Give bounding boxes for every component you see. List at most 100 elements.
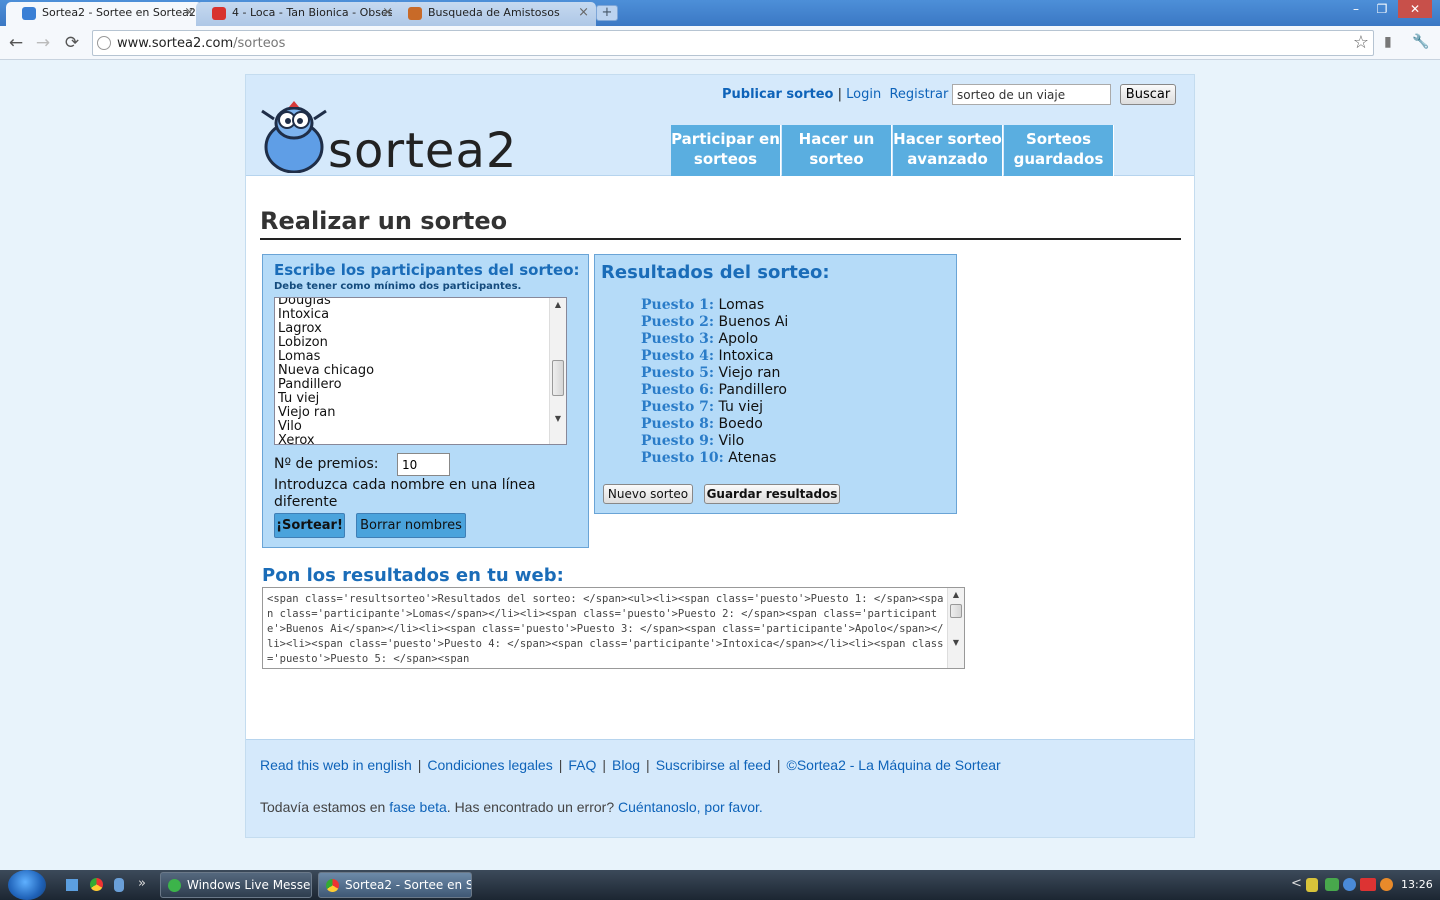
footer-separator: |: [558, 757, 563, 773]
result-position: Puesto 6:: [641, 382, 715, 398]
globe-icon: [97, 36, 111, 50]
result-item: Puesto 10: Atenas: [641, 450, 788, 467]
footer-link[interactable]: Condiciones legales: [427, 757, 552, 773]
result-item: Puesto 8: Boedo: [641, 416, 788, 433]
prizes-input[interactable]: [397, 453, 450, 476]
result-item: Puesto 3: Apolo: [641, 331, 788, 348]
nav-hacer-sorteo[interactable]: Hacer un sorteo: [782, 125, 892, 176]
tray-expand-icon[interactable]: <: [1291, 876, 1302, 891]
scroll-thumb[interactable]: [950, 604, 962, 618]
tab-youtube[interactable]: 4 - Loca - Tan Bionica - Obsesi ×: [196, 2, 400, 26]
footer-separator: |: [646, 757, 650, 773]
task-chrome-sortea2[interactable]: Sortea2 - Sortee en Sor...: [318, 872, 472, 898]
tab-amistosos[interactable]: Busqueda de Amistosos ×: [392, 2, 596, 26]
participants-textarea[interactable]: Douglas Intoxica Lagrox Lobizon Lomas Nueva c…: [274, 297, 567, 445]
logo-text[interactable]: sortea2: [328, 123, 517, 179]
participants-heading: Escribe los participantes del sorteo:: [274, 261, 580, 279]
show-desktop-icon[interactable]: [66, 879, 78, 891]
title-divider: [260, 238, 1181, 240]
bird-logo-icon[interactable]: [260, 101, 328, 173]
bookmark-star-icon[interactable]: ☆: [1353, 32, 1369, 53]
footer-link[interactable]: ©Sortea2 - La Máquina de Sortear: [787, 757, 1001, 773]
result-item: Puesto 4: Intoxica: [641, 348, 788, 365]
participant-name: Intoxica: [278, 307, 330, 322]
result-position: Puesto 9:: [641, 433, 715, 449]
antivirus-icon[interactable]: [1360, 878, 1376, 891]
result-participant: Atenas: [728, 450, 777, 466]
report-error-link[interactable]: Cuéntanoslo, por favor.: [618, 799, 763, 815]
site-footer: Read this web in english | Condiciones leg…: [246, 739, 1194, 837]
search-button[interactable]: Buscar: [1120, 84, 1176, 105]
result-participant: Boedo: [718, 416, 763, 432]
site-header: sortea2 Publicar sorteo | Login Registra…: [246, 75, 1194, 179]
participant-name: Lobizon: [278, 335, 328, 350]
scroll-down-icon[interactable]: ▼: [948, 636, 964, 650]
close-tab-icon[interactable]: ×: [184, 2, 195, 24]
minimize-icon[interactable]: –: [1343, 0, 1369, 18]
footer-separator: |: [776, 757, 781, 773]
participant-name: Tu viej: [278, 391, 320, 406]
participant-name: Vilo: [278, 419, 302, 434]
tab-title: Busqueda de Amistosos: [428, 6, 560, 19]
reload-icon[interactable]: ⟳: [61, 32, 83, 54]
tab-title: Sortea2 - Sortee en Sortea2: [42, 6, 196, 19]
register-link[interactable]: Registrar: [889, 87, 948, 102]
clear-names-button[interactable]: Borrar nombres: [356, 513, 466, 538]
beta-link[interactable]: fase beta: [389, 799, 447, 815]
footer-link[interactable]: FAQ: [568, 757, 596, 773]
result-item: Puesto 7: Tu viej: [641, 399, 788, 416]
start-button-icon[interactable]: [8, 870, 46, 900]
task-messenger[interactable]: Windows Live Messenger: [160, 872, 312, 898]
footer-link[interactable]: Read this web in english: [260, 757, 412, 773]
result-item: Puesto 2: Buenos Ai: [641, 314, 788, 331]
scroll-thumb[interactable]: [552, 360, 564, 396]
footer-link[interactable]: Suscribirse al feed: [656, 757, 771, 773]
network-icon[interactable]: [1343, 878, 1356, 891]
embed-code-textarea[interactable]: <span class='resultsorteo'>Resultados de…: [262, 587, 965, 669]
result-participant: Buenos Ai: [718, 314, 789, 330]
participant-name: Lagrox: [278, 321, 322, 336]
scroll-up-icon[interactable]: ▲: [550, 298, 566, 312]
new-draw-button[interactable]: Nuevo sorteo: [603, 484, 693, 504]
security-shield-icon[interactable]: [1306, 878, 1318, 892]
back-arrow-icon[interactable]: ←: [5, 32, 27, 54]
close-tab-icon[interactable]: ×: [578, 2, 589, 24]
save-results-button[interactable]: Guardar resultados: [704, 484, 840, 504]
footer-link[interactable]: Blog: [612, 757, 640, 773]
restore-icon[interactable]: ❐: [1369, 0, 1395, 18]
login-link[interactable]: Login: [846, 87, 881, 102]
wrench-icon[interactable]: 🔧: [1412, 34, 1429, 50]
youtube-favicon-icon: [212, 7, 226, 20]
draw-button[interactable]: ¡Sortear!: [274, 513, 345, 538]
amistosos-favicon-icon: [408, 7, 422, 20]
more-quicklaunch-icon[interactable]: »: [138, 876, 146, 891]
scroll-up-icon[interactable]: ▲: [948, 588, 964, 602]
page-menu-icon[interactable]: ▮: [1384, 34, 1392, 50]
result-participant: Tu viej: [718, 399, 763, 415]
embed-scrollbar[interactable]: ▲ ▼: [947, 588, 964, 668]
sortea2-quicklaunch-icon[interactable]: [114, 878, 124, 892]
messenger-tray-icon[interactable]: [1325, 878, 1339, 891]
window-close-icon[interactable]: ✕: [1398, 0, 1432, 18]
participants-scrollbar[interactable]: ▲ ▼: [549, 298, 566, 444]
embed-code-text: <span class='resultsorteo'>Resultados de…: [267, 593, 944, 665]
participants-subheading: Debe tener como mínimo dos participantes…: [274, 281, 522, 292]
publish-link[interactable]: Publicar sorteo: [722, 87, 833, 102]
nav-sorteo-avanzado[interactable]: Hacer sorteo avanzado: [893, 125, 1003, 176]
new-tab-button[interactable]: +: [596, 5, 618, 21]
chrome-quicklaunch-icon[interactable]: [90, 878, 103, 891]
result-participant: Intoxica: [718, 348, 774, 364]
result-position: Puesto 7:: [641, 399, 715, 415]
tab-sortea2[interactable]: Sortea2 - Sortee en Sortea2 ×: [6, 2, 202, 26]
participant-name: Pandillero: [278, 377, 342, 392]
search-input[interactable]: [952, 84, 1111, 105]
scroll-down-icon[interactable]: ▼: [550, 412, 566, 426]
site-container: sortea2 Publicar sorteo | Login Registra…: [245, 74, 1195, 838]
nav-sorteos-guardados[interactable]: Sorteos guardados: [1004, 125, 1114, 176]
address-bar[interactable]: www.sortea2.com/sorteos ☆: [92, 30, 1374, 56]
footer-links: Read this web in english | Condiciones leg…: [260, 757, 1001, 773]
updater-icon[interactable]: [1380, 878, 1393, 891]
forward-arrow-icon[interactable]: →: [32, 32, 54, 54]
result-item: Puesto 5: Viejo ran: [641, 365, 788, 382]
nav-participar[interactable]: Participar en sorteos: [671, 125, 781, 176]
